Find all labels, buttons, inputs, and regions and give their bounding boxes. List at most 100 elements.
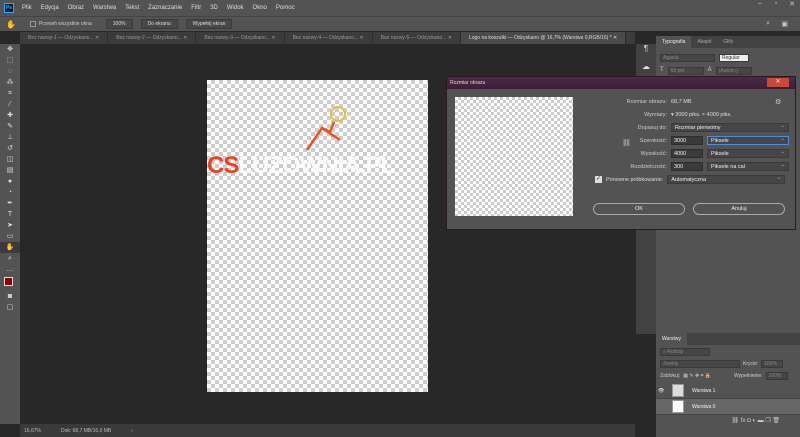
close-icon[interactable]: ✕: [784, 0, 800, 12]
lock-icons[interactable]: ▦ ✎ ✥ ⌗ 🔒: [683, 373, 711, 379]
eyedropper-icon[interactable]: ⁄: [0, 99, 20, 110]
height-unit-select[interactable]: Piksele: [707, 148, 789, 158]
eye-icon[interactable]: 👁: [658, 388, 666, 394]
ok-button[interactable]: OK: [593, 203, 685, 215]
layer-name: Warstwa 0: [692, 403, 716, 410]
screen-mode-icon[interactable]: ▢: [0, 302, 20, 313]
image-size-dialog: Rozmiar obrazu ✕ Rozmiar obrazu: 68,7 MB ⚙…: [446, 76, 796, 230]
font-size-select[interactable]: 60 pkt: [667, 67, 704, 75]
dialog-close-button[interactable]: ✕: [767, 78, 789, 87]
logo-graphic: [305, 106, 346, 151]
image-size-label: Rozmiar obrazu:: [626, 99, 667, 105]
tab-logo-active[interactable]: Logo na koszulki — Odzyskano @ 16,7% (Wa…: [460, 32, 627, 44]
layer-actions[interactable]: ⛓ fx ◘ ◐ ▬ ❐ 🗑: [656, 415, 800, 426]
blend-mode-select[interactable]: Zwykły: [660, 360, 740, 368]
width-label: Szerokość:: [639, 137, 667, 144]
menu-view[interactable]: Widok: [227, 5, 244, 11]
gradient-tool-icon[interactable]: ▤: [0, 165, 20, 176]
blur-tool-icon[interactable]: ●: [0, 176, 20, 187]
tab-typography[interactable]: Typografia: [656, 36, 692, 48]
minimize-icon[interactable]: –: [752, 0, 768, 12]
menu-window[interactable]: Okno: [253, 5, 267, 11]
lock-label: Zablokuj:: [660, 373, 681, 379]
menu-image[interactable]: Obraz: [68, 5, 84, 11]
status-arrow-icon[interactable]: ›: [131, 428, 133, 434]
brush-tool-icon[interactable]: ✎: [0, 121, 20, 132]
menu-help[interactable]: Pomoc: [276, 5, 295, 11]
canvas[interactable]: CSLUZOWNIA.PL: [207, 80, 428, 392]
gear-icon[interactable]: ⚙: [775, 98, 781, 106]
zoom-100-button[interactable]: 100%: [105, 19, 133, 29]
layer-row[interactable]: Warstwa 0: [656, 399, 800, 415]
resolution-input[interactable]: 300: [671, 162, 703, 171]
tab-doc-5[interactable]: Bez nazwy-5 — Odzyskano... ✕: [373, 32, 461, 44]
fill-screen-button[interactable]: Wypełnij ekran: [185, 19, 233, 29]
dimensions-label: Wymiary:: [644, 112, 667, 118]
fit-screen-button[interactable]: Do ekranu: [140, 19, 178, 29]
tab-paragraph[interactable]: Akapit: [691, 36, 717, 48]
character-panel-icon[interactable]: ¶: [636, 44, 656, 62]
height-input[interactable]: 4000: [671, 149, 703, 158]
resolution-unit-select[interactable]: Piksele na cal: [707, 161, 789, 171]
menu-filter[interactable]: Filtr: [191, 5, 201, 11]
shape-tool-icon[interactable]: ▭: [0, 231, 20, 242]
leading-icon: A: [707, 67, 712, 73]
type-tool-icon[interactable]: T: [0, 209, 20, 220]
layer-row[interactable]: 👁 Warstwa 1: [656, 383, 800, 399]
zoom-level[interactable]: 16,67%: [24, 428, 41, 434]
tab-doc-3[interactable]: Bez nazwy-3 — Odzyskano... ✕: [196, 32, 285, 44]
dodge-tool-icon[interactable]: ◔: [0, 187, 20, 198]
opacity-input[interactable]: 100%: [761, 360, 784, 368]
search-icon[interactable]: ⌕: [766, 20, 770, 28]
tab-doc-4[interactable]: Bez nazwy-4 — Odzyskano... ✕: [285, 32, 373, 44]
hand-tool-icon[interactable]: ✋: [0, 242, 20, 253]
crop-tool-icon[interactable]: ⌗: [0, 88, 20, 99]
status-bar: 16,67% Dok: 68,7 MB/16,0 MB ›: [20, 424, 635, 437]
eraser-icon[interactable]: ◫: [0, 154, 20, 165]
tab-doc-2[interactable]: Bez nazwy-2 — Odzyskano... ✕: [108, 32, 197, 44]
leading-select[interactable]: (Autom.): [715, 67, 752, 75]
lasso-tool-icon[interactable]: ◌: [0, 66, 20, 77]
options-bar: ✋ Przewiń wszystkie okna 100% Do ekranu …: [0, 16, 800, 31]
width-unit-select[interactable]: Piksele: [707, 135, 789, 145]
more-tools-icon[interactable]: …: [0, 264, 20, 275]
menu-type[interactable]: Tekst: [125, 5, 139, 11]
font-style-select[interactable]: Regular: [719, 54, 749, 62]
zoom-tool-icon[interactable]: ⌕: [0, 253, 20, 264]
stamp-tool-icon[interactable]: ⊥: [0, 132, 20, 143]
layer-name: Warstwa 1: [692, 387, 716, 394]
fill-input[interactable]: 100%: [765, 372, 788, 380]
pen-tool-icon[interactable]: ✒: [0, 198, 20, 209]
quick-mask-icon[interactable]: ◙: [0, 291, 20, 302]
fit-to-label: Dopasuj do:: [637, 124, 667, 131]
tab-doc-1[interactable]: Bez nazwy-1 — Odzyskano... ✕: [20, 32, 109, 44]
marquee-tool-icon[interactable]: ⬚: [0, 55, 20, 66]
fill-label: Wypełnienie:: [734, 373, 763, 379]
magic-wand-icon[interactable]: ⁂: [0, 77, 20, 88]
layer-filter-select[interactable]: ⌕ Rodzaj: [660, 348, 710, 356]
history-brush-icon[interactable]: ↺: [0, 143, 20, 154]
maximize-icon[interactable]: ▫: [768, 0, 784, 12]
resample-checkbox[interactable]: ✓: [595, 176, 602, 183]
width-input[interactable]: 3000: [671, 136, 703, 145]
color-swatches[interactable]: [0, 275, 20, 291]
fit-to-select[interactable]: Rozmiar pierwotny: [671, 122, 789, 132]
menu-file[interactable]: Plik: [22, 5, 32, 11]
scroll-all-checkbox[interactable]: [29, 21, 36, 27]
healing-brush-icon[interactable]: ✚: [0, 110, 20, 121]
menu-3d[interactable]: 3D: [210, 5, 218, 11]
move-tool-icon[interactable]: ✥: [0, 44, 20, 55]
menu-edit[interactable]: Edycja: [41, 5, 59, 11]
cancel-button[interactable]: Anuluj: [693, 203, 785, 215]
font-family-select[interactable]: Agaela: [660, 54, 715, 62]
menu-select[interactable]: Zaznaczanie: [148, 5, 182, 11]
path-select-icon[interactable]: ➤: [0, 220, 20, 231]
workspace-icon[interactable]: ▣: [781, 20, 788, 28]
tab-glyphs[interactable]: Glify: [717, 36, 739, 48]
dimensions-value[interactable]: ▾ 3000 piks. × 4000 piks.: [671, 112, 732, 118]
hand-tool-icon[interactable]: ✋: [6, 20, 16, 29]
height-label: Wysokość:: [640, 150, 667, 157]
tab-layers[interactable]: Warstwy: [656, 333, 687, 345]
menu-layer[interactable]: Warstwa: [93, 5, 116, 11]
resample-select[interactable]: Automatyczna: [667, 174, 786, 184]
